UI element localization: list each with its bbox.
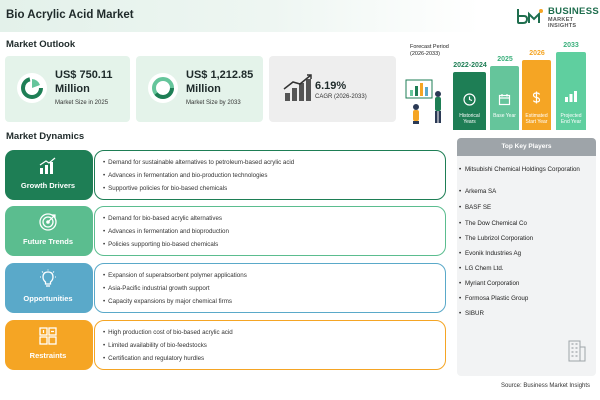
dynamics-list: Expansion of superabsorbent polymer appl… <box>103 269 247 308</box>
player-item: Mitsubishi Chemical Holdings Corporation <box>459 166 591 174</box>
page-title: Bio Acrylic Acid Market <box>6 9 134 21</box>
clock-icon <box>463 93 476 106</box>
outlook-card-size-2033: US$ 1,212.85 Million Market Size by 2033 <box>136 56 263 122</box>
donut-chart-icon <box>148 73 178 103</box>
calendar-icon <box>498 94 511 106</box>
outlook-card-label: CAGR (2026-2033) <box>315 94 367 100</box>
outlook-card-size-2025: US$ 750.11 Million Market Size in 2025 <box>5 56 130 122</box>
list-item: High production cost of bio-based acryli… <box>103 326 233 339</box>
timeline-bar-historical: Historical Years <box>453 72 486 130</box>
header-banner: Bio Acrylic Acid Market BUSINESS MARKET … <box>0 0 600 32</box>
dynamics-tab: Future Trends <box>5 206 93 256</box>
top-key-players-panel: Top Key Players Mitsubishi Chemical Hold… <box>457 138 596 376</box>
timeline-bar-base: Base Year <box>490 66 519 130</box>
dynamics-box: High production cost of bio-based acryli… <box>94 320 446 370</box>
outlook-card-value: US$ 1,212.85 Million <box>186 69 254 95</box>
timeline-caption: Projected End Year <box>560 113 582 125</box>
player-item: BASF SE <box>459 204 591 212</box>
dynamics-tab-label: Restraints <box>29 351 67 360</box>
logo-name: BUSINESS <box>548 6 599 17</box>
dollar-icon <box>532 91 541 104</box>
list-item: Policies supporting bio-based chemicals <box>103 238 229 251</box>
players-header: Top Key Players <box>457 138 596 156</box>
player-item: The Lubrizol Corporation <box>459 235 591 243</box>
building-icon <box>568 340 586 362</box>
player-item: SIBUR <box>459 310 591 318</box>
dynamics-row-growth-drivers: Demand for sustainable alternatives to p… <box>5 150 446 200</box>
timeline-bar-estimated: Estimated Start Year <box>522 60 551 130</box>
logo-subtitle: MARKET INSIGHTS <box>548 17 577 29</box>
player-item: Myriant Corporation <box>459 280 591 288</box>
dynamics-tab-label: Growth Drivers <box>20 181 76 190</box>
list-item: Capacity expansions by major chemical fi… <box>103 295 247 308</box>
outlook-card-label: Market Size in 2025 <box>55 100 109 106</box>
dynamics-tab-label: Opportunities <box>23 294 73 303</box>
timeline-caption: Estimated Start Year <box>525 113 548 125</box>
player-item: Evonik Industries Ag <box>459 250 591 258</box>
target-icon <box>39 213 57 231</box>
list-item: Demand for bio-based acrylic alternative… <box>103 212 229 225</box>
bar-chart-trend-icon <box>283 74 312 101</box>
dynamics-box: Expansion of superabsorbent polymer appl… <box>94 263 446 313</box>
bar-chart-icon <box>565 91 577 102</box>
dynamics-list: Demand for sustainable alternatives to p… <box>103 156 294 195</box>
forecast-period-text: Forecast Period (2026-2033) <box>410 44 449 57</box>
list-item: Asia-Pacific industrial growth support <box>103 282 247 295</box>
list-item: Advances in fermentation and bioproducti… <box>103 225 229 238</box>
dynamics-tab: Opportunities <box>5 263 93 313</box>
list-item: Advances in fermentation and bio-product… <box>103 169 294 182</box>
timeline-bar-projected: Projected End Year <box>556 52 586 130</box>
timeline-year-base: 2025 <box>497 56 513 63</box>
logo-icon <box>517 9 543 24</box>
dynamics-row-future-trends: Demand for bio-based acrylic alternative… <box>5 206 446 256</box>
forecast-period-label: Forecast Period (2026-2033) <box>410 44 449 58</box>
dynamics-row-restraints: High production cost of bio-based acryli… <box>5 320 446 370</box>
blocks-icon <box>39 327 57 345</box>
brand-logo: BUSINESS MARKET INSIGHTS <box>515 5 599 29</box>
market-outlook-title: Market Outlook <box>6 39 76 50</box>
timeline-year-historical: 2022-2024 <box>453 62 487 69</box>
list-item: Supportive policies for bio-based chemic… <box>103 182 294 195</box>
dynamics-tab: Growth Drivers <box>5 150 93 200</box>
analyst-illustration-icon <box>405 79 441 124</box>
list-item: Certification and regulatory hurdles <box>103 352 233 365</box>
player-item: LG Chem Ltd. <box>459 265 591 273</box>
timeline-year-estimated: 2026 <box>529 50 545 57</box>
timeline-year-projected: 2033 <box>563 42 579 49</box>
list-item: Expansion of superabsorbent polymer appl… <box>103 269 247 282</box>
list-item: Demand for sustainable alternatives to p… <box>103 156 294 169</box>
list-item: Limited availability of bio-feedstocks <box>103 339 233 352</box>
outlook-card-cagr: 6.19% CAGR (2026-2033) <box>269 56 396 122</box>
lightbulb-icon <box>40 269 56 287</box>
dynamics-box: Demand for sustainable alternatives to p… <box>94 150 446 200</box>
dynamics-box: Demand for bio-based acrylic alternative… <box>94 206 446 256</box>
player-item: Formosa Plastic Group <box>459 295 591 303</box>
dynamics-tab-label: Future Trends <box>22 237 73 246</box>
dynamics-list: Demand for bio-based acrylic alternative… <box>103 212 229 251</box>
player-item: The Dow Chemical Co <box>459 220 591 228</box>
rising-bars-icon <box>39 157 56 174</box>
dynamics-row-opportunities: Expansion of superabsorbent polymer appl… <box>5 263 446 313</box>
player-item: Arkema SA <box>459 188 591 196</box>
players-title: Top Key Players <box>501 143 552 150</box>
dynamics-list: High production cost of bio-based acryli… <box>103 326 233 365</box>
pie-chart-icon <box>17 73 47 103</box>
market-dynamics-title: Market Dynamics <box>6 131 85 142</box>
outlook-card-value: 6.19% <box>315 80 347 92</box>
timeline-caption: Base Year <box>493 113 516 119</box>
source-note: Source: Business Market Insights <box>501 383 591 389</box>
timeline-caption: Historical Years <box>459 113 480 125</box>
dynamics-tab: Restraints <box>5 320 93 370</box>
outlook-card-value: US$ 750.11 Million <box>55 69 113 95</box>
outlook-card-label: Market Size by 2033 <box>186 100 241 106</box>
